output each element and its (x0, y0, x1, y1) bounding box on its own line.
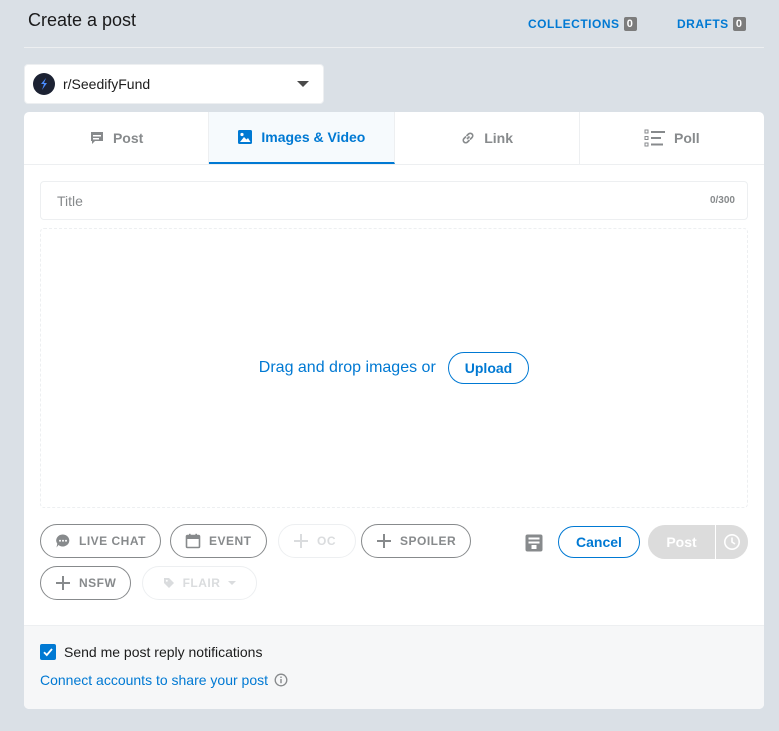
plus-icon (294, 534, 308, 548)
collections-link[interactable]: COLLECTIONS 0 (528, 17, 637, 31)
collections-count-badge: 0 (623, 17, 637, 31)
spoiler-label: SPOILER (400, 534, 457, 548)
community-selector[interactable]: r/SeedifyFund (24, 64, 324, 104)
live-chat-label: LIVE CHAT (79, 534, 146, 548)
title-char-counter: 0/300 (709, 195, 735, 206)
live-chat-button[interactable]: LIVE CHAT (40, 524, 161, 558)
oc-label: OC (317, 534, 336, 548)
notifications-checkbox[interactable] (40, 644, 56, 660)
drafts-label: DRAFTS (677, 17, 729, 31)
connect-accounts-link[interactable]: Connect accounts to share your post (40, 672, 288, 688)
chevron-down-icon (228, 581, 237, 585)
nsfw-label: NSFW (79, 576, 117, 590)
tab-poll[interactable]: Poll (580, 112, 764, 164)
plus-icon (56, 576, 70, 590)
tab-images-video[interactable]: Images & Video (209, 112, 395, 164)
info-icon[interactable] (274, 673, 288, 687)
upload-button[interactable]: Upload (447, 352, 530, 384)
title-field: 0/300 (40, 181, 748, 220)
page-title: Create a post (28, 10, 137, 30)
chevron-down-icon (297, 81, 309, 87)
checkmark-icon (43, 648, 53, 657)
post-editor-card: Post Images & Video Link Poll Title 0/30… (24, 112, 764, 709)
event-label: EVENT (209, 534, 252, 548)
tab-link[interactable]: Link (395, 112, 580, 164)
drafts-count-badge: 0 (732, 17, 746, 31)
draft-save-icon[interactable] (524, 533, 544, 553)
nsfw-button[interactable]: NSFW (40, 566, 132, 600)
tag-icon (163, 578, 174, 588)
schedule-button[interactable] (715, 525, 748, 559)
notifications-label: Send me post reply notifications (64, 644, 263, 660)
community-name: r/SeedifyFund (63, 76, 151, 92)
page-header: Create a post COLLECTIONS 0 DRAFTS 0 (24, 0, 764, 48)
post-icon (90, 132, 103, 144)
cancel-button[interactable]: Cancel (558, 526, 640, 558)
collections-label: COLLECTIONS (528, 17, 620, 31)
tab-poll-label: Poll (674, 130, 700, 146)
post-button-group: Post (648, 525, 748, 559)
tab-post[interactable]: Post (24, 112, 210, 164)
calendar-icon (185, 533, 201, 549)
notifications-option[interactable]: Send me post reply notifications (40, 644, 262, 660)
plus-icon (377, 534, 391, 548)
post-options-footer: Send me post reply notifications Connect… (24, 625, 764, 709)
dropzone-text: Drag and drop images or (258, 359, 436, 376)
link-icon (462, 132, 474, 144)
post-type-tabs: Post Images & Video Link Poll (24, 112, 764, 165)
flair-button[interactable]: FLAIR (142, 566, 257, 600)
event-button[interactable]: EVENT (170, 524, 267, 558)
poll-icon (644, 129, 666, 147)
oc-button[interactable]: OC (278, 524, 356, 558)
media-dropzone[interactable]: Drag and drop images or Upload (40, 228, 748, 508)
connect-accounts-label: Connect accounts to share your post (40, 672, 269, 688)
image-icon (238, 130, 253, 144)
flair-label: FLAIR (182, 576, 221, 590)
drafts-link[interactable]: DRAFTS 0 (677, 17, 746, 31)
tab-images-video-label: Images & Video (261, 129, 366, 145)
chat-icon (56, 534, 70, 548)
post-button[interactable]: Post (648, 525, 715, 559)
clock-icon (724, 534, 740, 550)
community-avatar (33, 73, 55, 95)
tab-link-label: Link (484, 130, 514, 146)
title-input[interactable] (41, 182, 710, 219)
spoiler-button[interactable]: SPOILER (361, 524, 472, 558)
community-logo-icon (41, 78, 47, 90)
tab-post-label: Post (112, 130, 144, 146)
